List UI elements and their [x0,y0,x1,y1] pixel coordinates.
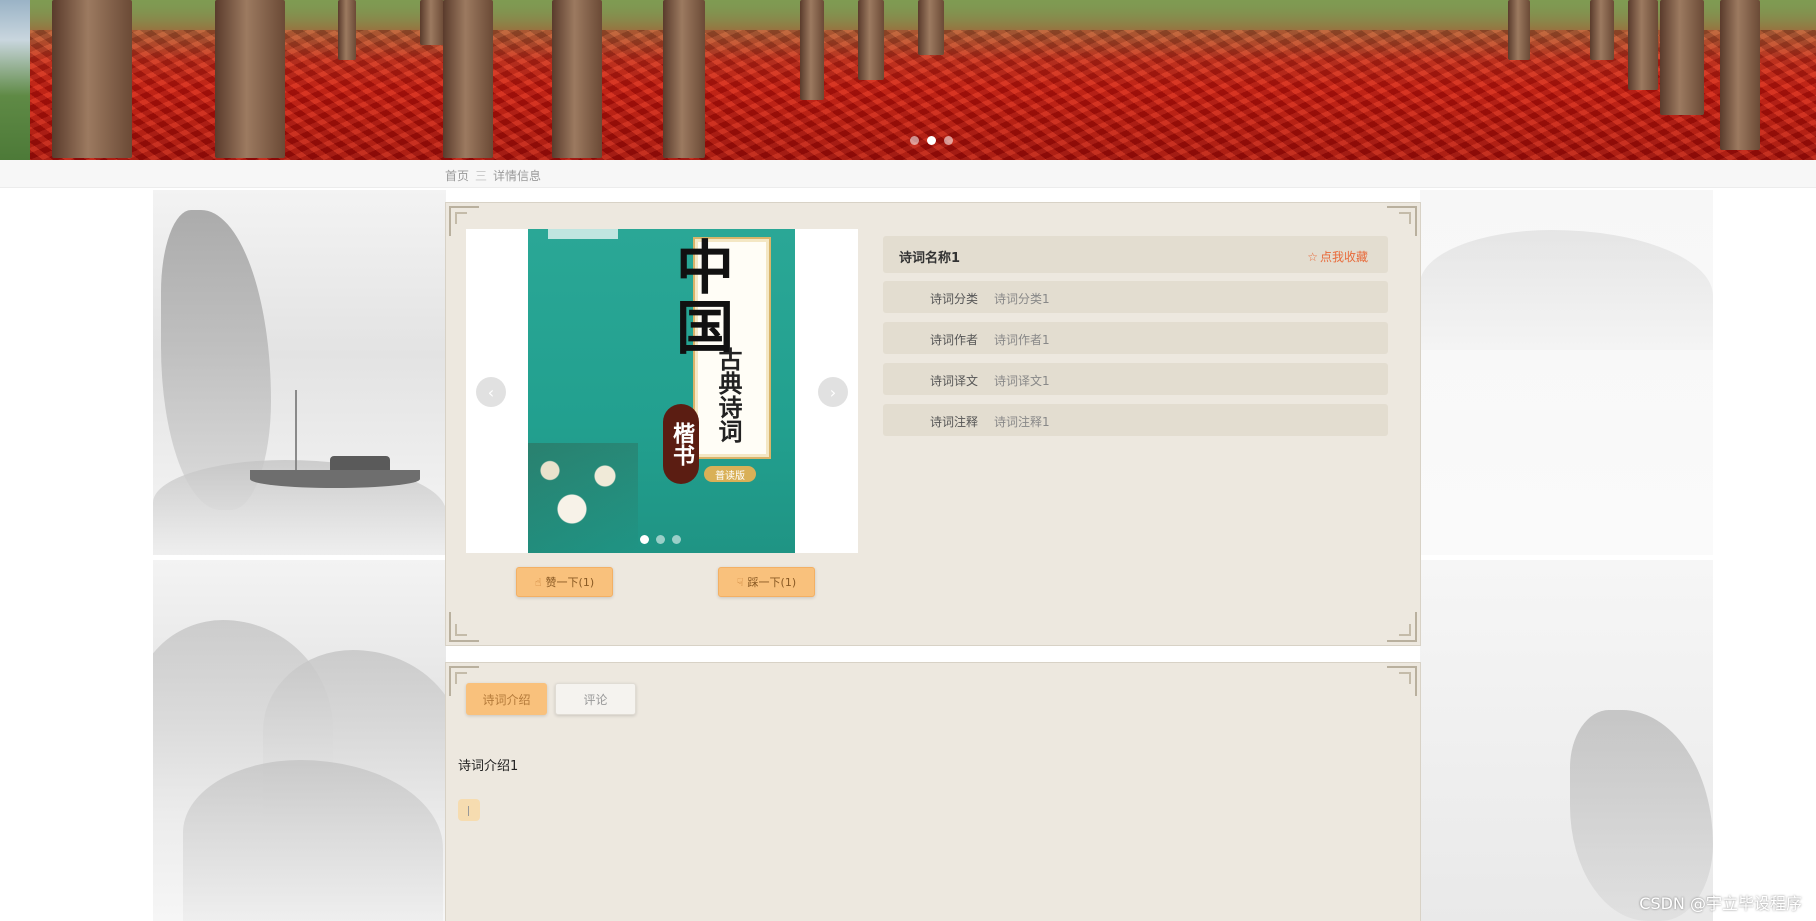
info-label: 诗词译文 [929,374,978,388]
breadcrumb-bar: 首页 三 详情信息 [0,160,1816,188]
text-cursor-marker [458,799,480,821]
info-row-notes: 诗词注释 诗词注释1 [883,404,1388,436]
info-label: 诗词注释 [929,415,978,429]
banner-tree [443,0,493,158]
banner-tree [552,0,602,158]
detail-panel: 中国 古典诗词 楷书 普读版 ‹ › ☝ 赞一下(1) ☟ 踩一下(1) 诗词名… [445,202,1421,646]
tab-poem-intro[interactable]: 诗词介绍 [466,683,547,715]
ink-mist [1420,230,1713,350]
banner-dot-active[interactable] [927,136,936,145]
breadcrumb: 首页 三 详情信息 [445,167,541,184]
banner-pagination [910,136,953,145]
banner-tree [918,0,944,55]
info-label: 诗词分类 [929,292,978,306]
poem-intro-text: 诗词介绍1 [458,759,519,774]
star-icon: ☆ [1307,249,1318,264]
poem-name: 诗词名称1 [899,251,961,266]
info-value: 诗词译文1 [994,374,1050,388]
banner-tree [1590,0,1614,60]
panel-corner-ornament [1387,206,1417,236]
breadcrumb-separator: 三 [475,169,488,183]
banner-tree [800,0,824,100]
banner-edge [0,0,30,160]
ink-boat [250,390,420,490]
dislike-label: 踩一下(1) [747,576,797,589]
dislike-button[interactable]: ☟ 踩一下(1) [718,567,815,597]
banner-tree [1628,0,1658,90]
chevron-right-icon[interactable]: › [818,377,848,407]
banner-tree [1660,0,1704,115]
favorite-button[interactable]: ☆ 点我收藏 [1307,248,1368,265]
thumbs-up-icon: ☝ [534,575,542,589]
chevron-left-icon[interactable]: ‹ [476,377,506,407]
banner-tree [1720,0,1760,150]
info-row-author: 诗词作者 诗词作者1 [883,322,1388,354]
poem-title-row: 诗词名称1 ☆ 点我收藏 [883,236,1388,273]
ink-painting-left-top [153,190,446,555]
info-value: 诗词注释1 [994,415,1050,429]
banner-tree [858,0,884,80]
carousel-dot[interactable] [672,535,681,544]
carousel-dot[interactable] [656,535,665,544]
tab-bar: 诗词介绍 评论 [466,683,636,715]
info-value: 诗词作者1 [994,333,1050,347]
carousel-pagination [640,535,681,544]
panel-corner-ornament [1387,612,1417,642]
banner-tree [52,0,132,158]
book-cover-image: 中国 古典诗词 楷书 普读版 [528,229,795,553]
ink-painting-left-bottom [153,560,446,921]
panel-corner-ornament [1387,666,1417,696]
carousel-dot-active[interactable] [640,535,649,544]
cover-badge: 普读版 [704,466,756,482]
boat-hull [250,470,420,488]
image-carousel[interactable]: 中国 古典诗词 楷书 普读版 ‹ › [466,229,858,553]
tab-comments[interactable]: 评论 [555,683,636,715]
cover-top-tag [548,229,618,239]
watermark: CSDN @宇立毕设程序 [1639,894,1802,913]
panel-corner-ornament [449,612,479,642]
banner-tree [420,0,444,45]
cover-seal: 楷书 [663,404,699,484]
like-button[interactable]: ☝ 赞一下(1) [516,567,613,597]
info-row-translation: 诗词译文 诗词译文1 [883,363,1388,395]
info-value: 诗词分类1 [994,292,1050,306]
banner-tree [215,0,285,158]
cover-flower-illustration [528,443,638,553]
like-label: 赞一下(1) [545,576,595,589]
info-row-category: 诗词分类 诗词分类1 [883,281,1388,313]
top-banner [0,0,1816,160]
banner-dot[interactable] [910,136,919,145]
cover-subtitle: 古典诗词 [714,347,743,443]
thumbs-down-icon: ☟ [736,575,744,589]
breadcrumb-home[interactable]: 首页 [445,167,469,184]
ink-painting-right-bottom [1420,560,1713,921]
tabs-panel: 诗词介绍 评论 诗词介绍1 [445,662,1421,921]
breadcrumb-current: 详情信息 [493,169,542,183]
cover-title: 中国 [666,237,734,357]
banner-tree [1508,0,1530,60]
favorite-label: 点我收藏 [1319,250,1368,264]
banner-dot[interactable] [944,136,953,145]
boat-mast [295,390,297,472]
banner-tree [338,0,356,60]
banner-tree [663,0,705,158]
ink-painting-right-top [1420,190,1713,555]
info-label: 诗词作者 [929,333,978,347]
